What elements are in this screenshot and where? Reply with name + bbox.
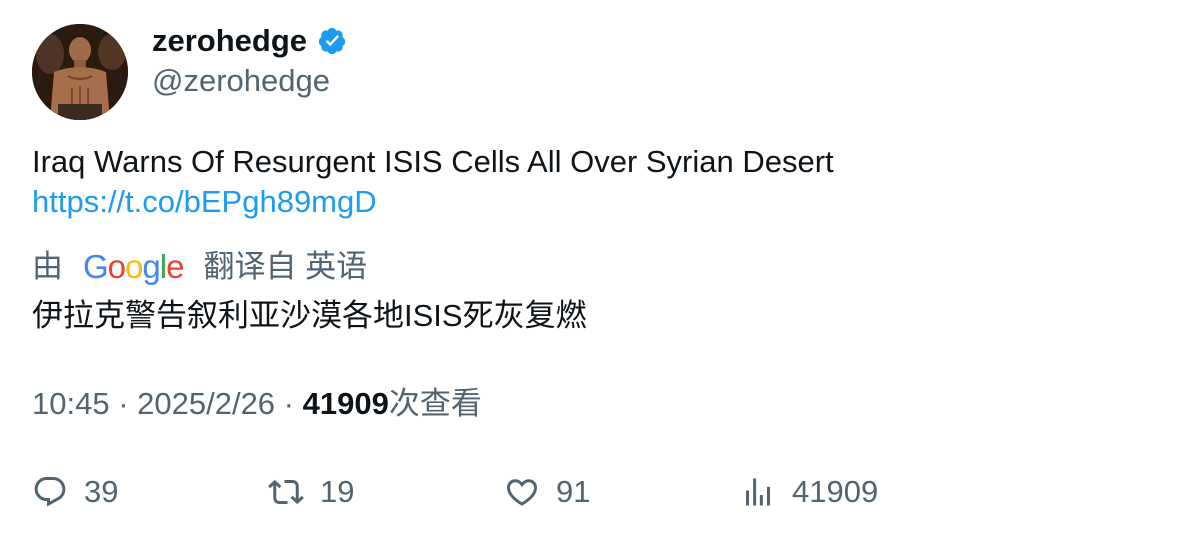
reply-count: 39 [84,474,119,509]
retweet-icon [268,479,304,505]
like-count: 91 [556,474,591,509]
retweet-button[interactable]: 19 [268,470,354,514]
heart-icon [506,479,538,506]
translation-suffix: 翻译自 英语 [203,249,368,284]
translation-attribution: 由 Google 翻译自 英语 [32,247,367,287]
views-count: 41909 [302,386,389,421]
tweet-link[interactable]: https://t.co/bEPgh89mgD [32,182,377,222]
translated-text: 伊拉克警告叙利亚沙漠各地ISIS死灰复燃 [32,298,587,333]
like-button[interactable]: 91 [504,470,590,514]
tweet-meta: 10:45 · 2025/2/26 · 41909次查看 [32,384,482,424]
display-name-text[interactable]: zerohedge [152,22,307,60]
retweet-count: 19 [320,474,355,509]
reply-icon [34,477,66,507]
google-logo-icon[interactable]: Google [83,247,184,287]
views-action-count: 41909 [792,474,879,509]
tweet-text: Iraq Warns Of Resurgent ISIS Cells All O… [32,144,834,179]
meta-separator: · [109,386,138,421]
meta-separator: · [275,386,303,421]
verified-badge-icon [317,26,347,56]
action-bar: 39 19 91 41909 [32,470,1162,514]
display-name[interactable]: zerohedge [152,22,347,60]
tweet-time[interactable]: 10:45 [32,386,110,421]
avatar[interactable] [32,24,128,120]
translation-prefix: 由 [32,249,63,284]
analytics-icon [746,478,770,506]
views-button[interactable]: 41909 [740,470,878,514]
author-handle[interactable]: @zerohedge [152,62,330,100]
avatar-image [32,24,128,120]
tweet-date[interactable]: 2025/2/26 [137,386,275,421]
reply-button[interactable]: 39 [32,470,118,514]
views-label: 次查看 [388,386,482,421]
